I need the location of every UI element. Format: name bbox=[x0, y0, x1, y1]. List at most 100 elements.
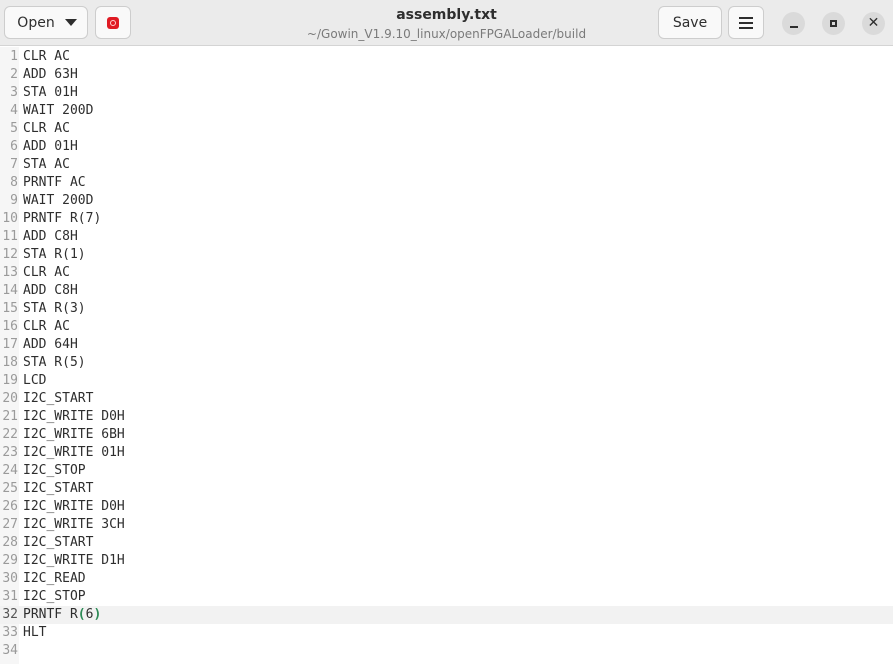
line-text: I2C_START bbox=[23, 391, 94, 406]
line-text: I2C_WRITE 01H bbox=[23, 445, 125, 460]
line-number: 32 bbox=[2, 607, 18, 622]
code-line[interactable]: 26 I2C_WRITE D0H bbox=[0, 498, 893, 516]
code-line[interactable]: 2 ADD 63H bbox=[0, 66, 893, 84]
line-text: I2C_STOP bbox=[23, 589, 86, 604]
line-text: I2C_WRITE D0H bbox=[23, 409, 125, 424]
code-line[interactable]: 6 ADD 01H bbox=[0, 138, 893, 156]
line-text: STA 01H bbox=[23, 85, 78, 100]
code-line[interactable]: 29 I2C_WRITE D1H bbox=[0, 552, 893, 570]
line-text: STA R(3) bbox=[23, 301, 86, 316]
line-text: I2C_WRITE D0H bbox=[23, 499, 125, 514]
line-text: STA R(5) bbox=[23, 355, 86, 370]
line-number: 9 bbox=[10, 193, 18, 208]
line-text: STA R(1) bbox=[23, 247, 86, 262]
line-number: 25 bbox=[2, 481, 18, 496]
code-line[interactable]: 13 CLR AC bbox=[0, 264, 893, 282]
code-line[interactable]: 4 WAIT 200D bbox=[0, 102, 893, 120]
line-number: 18 bbox=[2, 355, 18, 370]
line-number: 21 bbox=[2, 409, 18, 424]
line-number: 31 bbox=[2, 589, 18, 604]
line-number: 7 bbox=[10, 157, 18, 172]
line-text: PRNTF R(6) bbox=[23, 606, 101, 624]
line-text: ADD 63H bbox=[23, 67, 78, 82]
line-text: WAIT 200D bbox=[23, 193, 94, 208]
code-line[interactable]: 23 I2C_WRITE 01H bbox=[0, 444, 893, 462]
line-text: I2C_START bbox=[23, 481, 94, 496]
code-line[interactable]: 33 HLT bbox=[0, 624, 893, 642]
line-number: 33 bbox=[2, 625, 18, 640]
line-text: I2C_START bbox=[23, 535, 94, 550]
line-number: 11 bbox=[2, 229, 18, 244]
text-editor[interactable]: 1 CLR AC 2 ADD 63H 3 STA 01H 4 WAIT 200D 5 CLR AC… bbox=[0, 47, 893, 664]
code-line[interactable]: 8 PRNTF AC bbox=[0, 174, 893, 192]
line-number: 34 bbox=[2, 643, 18, 658]
line-number: 1 bbox=[10, 49, 18, 64]
line-text: ADD C8H bbox=[23, 229, 78, 244]
hamburger-menu-button[interactable] bbox=[728, 6, 764, 39]
code-line[interactable]: 18 STA R(5) bbox=[0, 354, 893, 372]
line-text: PRNTF R(7) bbox=[23, 211, 102, 226]
code-line[interactable]: 27 I2C_WRITE 3CH bbox=[0, 516, 893, 534]
code-line[interactable]: 14 ADD C8H bbox=[0, 282, 893, 300]
code-line[interactable]: 3 STA 01H bbox=[0, 84, 893, 102]
line-number: 30 bbox=[2, 571, 18, 586]
line-number: 24 bbox=[2, 463, 18, 478]
code-line[interactable]: 1 CLR AC bbox=[0, 48, 893, 66]
line-number: 14 bbox=[2, 283, 18, 298]
code-line[interactable]: 31 I2C_STOP bbox=[0, 588, 893, 606]
minimize-button[interactable] bbox=[782, 12, 805, 35]
line-number: 16 bbox=[2, 319, 18, 334]
chevron-down-icon bbox=[65, 19, 77, 26]
line-text: PRNTF AC bbox=[23, 175, 86, 190]
code-line[interactable]: 12 STA R(1) bbox=[0, 246, 893, 264]
header-bar: Open assembly.txt ~/Gowin_V1.9.10_linux/… bbox=[0, 0, 893, 46]
line-number: 20 bbox=[2, 391, 18, 406]
code-line[interactable]: 24 I2C_STOP bbox=[0, 462, 893, 480]
code-line[interactable]: 10 PRNTF R(7) bbox=[0, 210, 893, 228]
save-button[interactable]: Save bbox=[658, 6, 722, 39]
line-text: CLR AC bbox=[23, 121, 70, 136]
line-text: ADD 64H bbox=[23, 337, 78, 352]
code-line[interactable]: 5 CLR AC bbox=[0, 120, 893, 138]
code-line[interactable]: 21 I2C_WRITE D0H bbox=[0, 408, 893, 426]
current-line[interactable]: 32 PRNTF R(6) bbox=[0, 606, 893, 624]
code-line[interactable]: 34 bbox=[0, 642, 893, 660]
line-text-segment: PRNTF R bbox=[23, 607, 78, 622]
code-line[interactable]: 16 CLR AC bbox=[0, 318, 893, 336]
record-icon bbox=[107, 16, 119, 29]
line-number: 23 bbox=[2, 445, 18, 460]
line-number: 17 bbox=[2, 337, 18, 352]
line-text: HLT bbox=[23, 625, 47, 640]
line-text: STA AC bbox=[23, 157, 70, 172]
line-text: ADD 01H bbox=[23, 139, 78, 154]
line-text: WAIT 200D bbox=[23, 103, 94, 118]
line-number: 3 bbox=[10, 85, 18, 100]
close-icon: ✕ bbox=[867, 15, 880, 31]
open-button[interactable]: Open bbox=[4, 6, 88, 39]
line-number: 8 bbox=[10, 175, 18, 190]
title-block: assembly.txt ~/Gowin_V1.9.10_linux/openF… bbox=[200, 6, 693, 42]
line-number: 29 bbox=[2, 553, 18, 568]
code-line[interactable]: 25 I2C_START bbox=[0, 480, 893, 498]
code-line[interactable]: 30 I2C_READ bbox=[0, 570, 893, 588]
code-line[interactable]: 7 STA AC bbox=[0, 156, 893, 174]
code-line[interactable]: 19 LCD bbox=[0, 372, 893, 390]
minimize-icon bbox=[789, 25, 798, 28]
code-line[interactable]: 17 ADD 64H bbox=[0, 336, 893, 354]
code-line[interactable]: 28 I2C_START bbox=[0, 534, 893, 552]
code-line[interactable]: 11 ADD C8H bbox=[0, 228, 893, 246]
line-number: 4 bbox=[10, 103, 18, 118]
code-line[interactable]: 22 I2C_WRITE 6BH bbox=[0, 426, 893, 444]
line-text: CLR AC bbox=[23, 319, 70, 334]
code-line[interactable]: 15 STA R(3) bbox=[0, 300, 893, 318]
code-line[interactable]: 9 WAIT 200D bbox=[0, 192, 893, 210]
line-number: 6 bbox=[10, 139, 18, 154]
line-text: ADD C8H bbox=[23, 283, 78, 298]
record-button[interactable] bbox=[95, 6, 131, 39]
code-line[interactable]: 20 I2C_START bbox=[0, 390, 893, 408]
file-path: ~/Gowin_V1.9.10_linux/openFPGALoader/bui… bbox=[306, 27, 587, 41]
close-button[interactable]: ✕ bbox=[862, 12, 885, 35]
maximize-button[interactable] bbox=[822, 12, 845, 35]
bracket-match-open: ( bbox=[77, 607, 86, 622]
line-number: 10 bbox=[2, 211, 18, 226]
